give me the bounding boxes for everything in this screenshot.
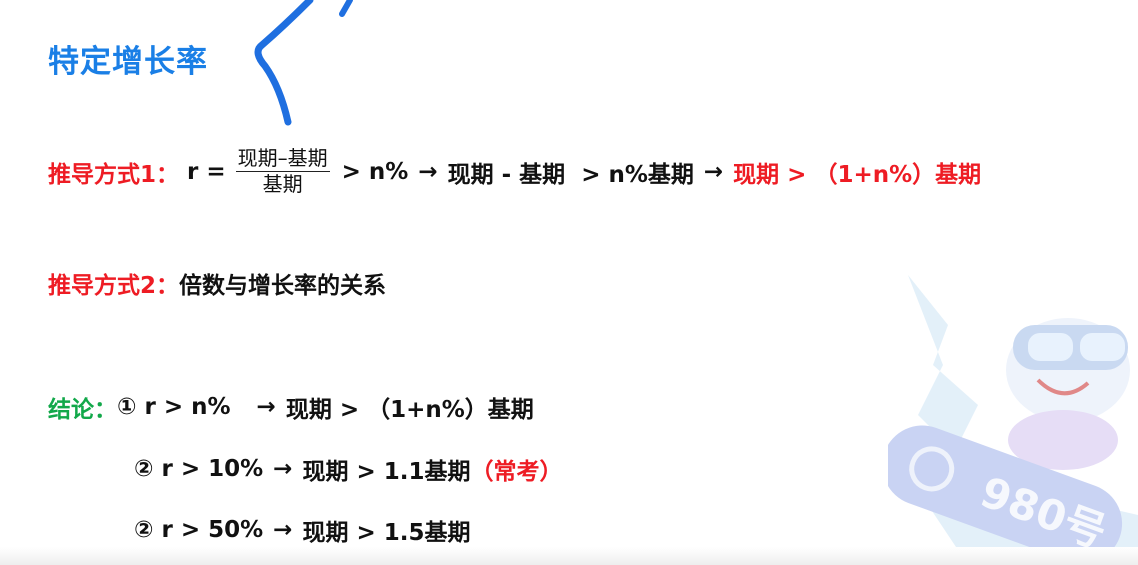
conclusion-arrow: →	[256, 394, 276, 420]
conclusion-label: 结论：	[48, 397, 117, 423]
circled-marker: ①	[117, 394, 137, 420]
gt-n-base: > n%基期	[581, 161, 694, 188]
conclusion-row-3: ② r > 50% → 现期 > 1.5基期	[134, 513, 470, 547]
condition-text: r > n%	[144, 394, 231, 420]
circled-marker: ②	[134, 456, 154, 482]
fraction-numerator: 现期–基期	[235, 146, 330, 172]
circled-marker: ②	[134, 517, 154, 543]
page-title: 特定增长率	[48, 44, 208, 80]
arrow-2: →	[703, 158, 724, 185]
conclusion-arrow: →	[273, 517, 293, 543]
conclusion-result: 现期 > （1+n%）基期	[285, 397, 534, 423]
method2-text: 倍数与增长率的关系	[179, 273, 387, 299]
difference-text: 现期 - 基期	[447, 161, 566, 188]
r-equals: r =	[187, 158, 226, 185]
conclusion-arrow: →	[273, 456, 293, 482]
conclusion-result: 现期 > 1.1基期	[302, 459, 471, 485]
bottom-shadow	[0, 547, 1138, 565]
conclusion-result: 现期 > 1.5基期	[302, 520, 471, 546]
method2-row: 推导方式2： 倍数与增长率的关系	[48, 266, 386, 300]
method1-result: 现期 > （1+n%）基期	[733, 161, 982, 188]
fraction-denominator: 基期	[262, 172, 303, 196]
method1-row: 推导方式1： r = 现期–基期 基期 > n% → 现期 - 基期 > n%基…	[48, 148, 981, 195]
growth-fraction: 现期–基期 基期	[235, 146, 330, 196]
arrow-1: →	[418, 158, 438, 185]
condition-text: r > 50%	[161, 517, 264, 543]
conclusion-row-2: ② r > 10% → 现期 > 1.1基期 （常考）	[134, 452, 562, 486]
condition-text: r > 10%	[161, 456, 264, 482]
method2-label: 推导方式2：	[48, 273, 180, 299]
method1-label: 推导方式1：	[48, 161, 180, 188]
conclusion-row-1: 结论： ① r > n% → 现期 > （1+n%）基期	[48, 390, 534, 424]
frequent-note: （常考）	[470, 459, 563, 485]
mascot-illustration: 980号	[888, 275, 1138, 565]
gt-n-percent: > n%	[341, 158, 409, 185]
